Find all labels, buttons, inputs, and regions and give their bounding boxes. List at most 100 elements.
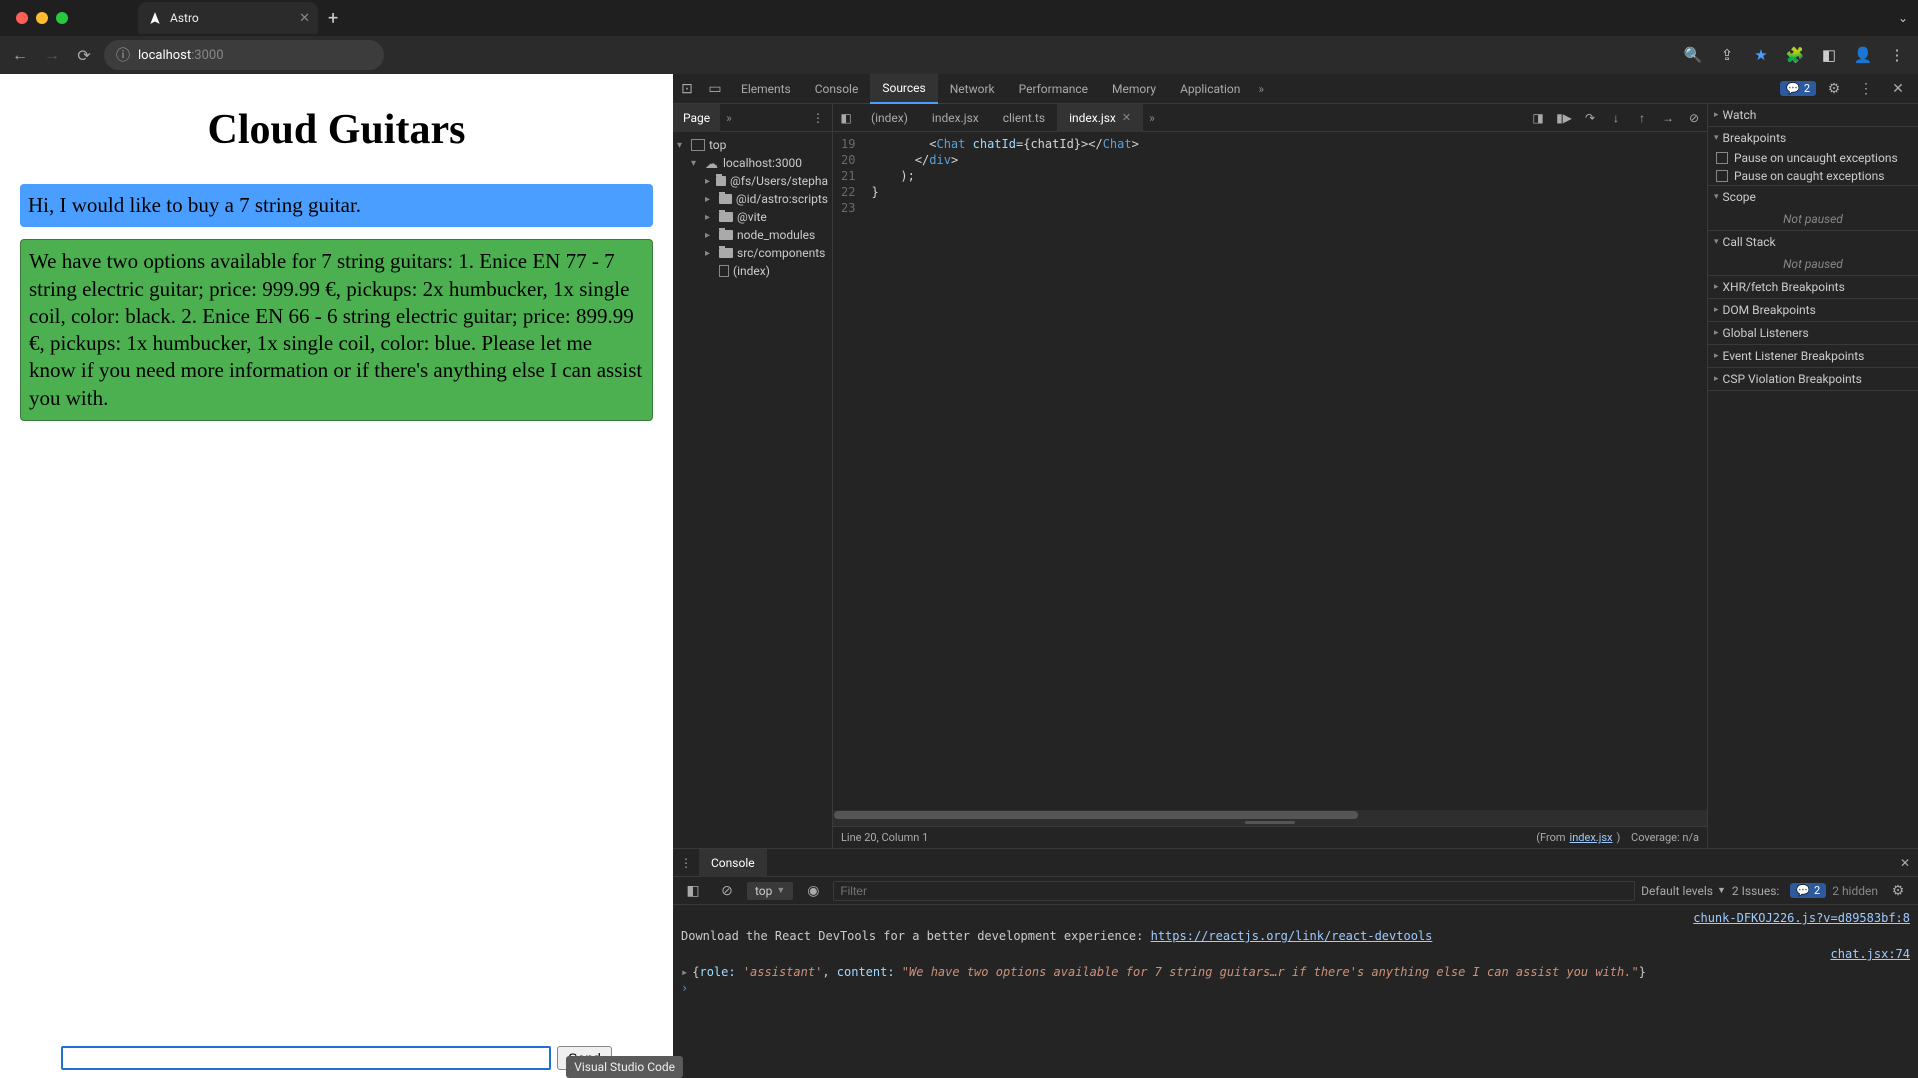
extensions-icon[interactable]: 🧩	[1782, 46, 1808, 64]
tab-title: Astro	[170, 11, 199, 25]
devtools-tabs: ⊡ ▭ Elements Console Sources Network Per…	[673, 74, 1918, 104]
close-editor-tab-icon[interactable]: ✕	[1122, 111, 1131, 124]
close-drawer-icon[interactable]: ✕	[1892, 856, 1918, 870]
more-tabs-icon[interactable]: »	[1252, 82, 1270, 96]
devtools: ⊡ ▭ Elements Console Sources Network Per…	[673, 74, 1918, 1078]
tabs-dropdown-icon[interactable]: ⌄	[1898, 11, 1908, 25]
code-editor[interactable]: 19 20 21 22 23 <Chat chatId={chatId}></C…	[833, 132, 1707, 810]
editor-tab[interactable]: index.jsx	[920, 104, 991, 132]
live-expression-icon[interactable]: ◉	[799, 883, 827, 899]
editor: ◧ (index) index.jsx client.ts index.jsx✕…	[833, 104, 1708, 848]
drawer-console-tab[interactable]: Console	[699, 849, 767, 877]
editor-tab[interactable]: client.ts	[991, 104, 1057, 132]
back-button[interactable]: ←	[8, 45, 32, 65]
page-subtab[interactable]: Page	[673, 104, 720, 132]
close-tab-icon[interactable]: ✕	[299, 11, 310, 26]
toggle-debugger-icon[interactable]: ◨	[1525, 111, 1551, 125]
console-prompt[interactable]: ›	[673, 981, 1918, 995]
step-over-icon[interactable]: ↷	[1577, 111, 1603, 125]
tab-elements[interactable]: Elements	[729, 74, 803, 104]
editor-tab-active[interactable]: index.jsx✕	[1057, 104, 1143, 132]
watch-section[interactable]: ▸Watch	[1708, 104, 1918, 126]
resume-icon[interactable]: ▮▶	[1551, 111, 1577, 125]
scope-section[interactable]: ▾Scope	[1708, 186, 1918, 208]
console-settings-icon[interactable]: ⚙	[1884, 883, 1912, 899]
editor-scrollbar[interactable]	[833, 810, 1707, 820]
chat-input[interactable]	[61, 1046, 551, 1070]
pause-uncaught-checkbox[interactable]: Pause on uncaught exceptions	[1708, 149, 1918, 167]
tree-folder[interactable]: ▸@id/astro:scripts	[673, 190, 832, 208]
tree-folder[interactable]: ▸src/components	[673, 244, 832, 262]
issues-badge[interactable]: 💬 2	[1780, 81, 1816, 96]
csp-bp-section[interactable]: ▸CSP Violation Breakpoints	[1708, 368, 1918, 390]
tab-application[interactable]: Application	[1168, 74, 1252, 104]
address-bar[interactable]: ⓘ localhost:3000	[104, 40, 384, 70]
navigator-more-icon[interactable]: ⋮	[804, 111, 832, 125]
tree-top[interactable]: ▾top	[673, 136, 832, 154]
tree-folder[interactable]: ▸node_modules	[673, 226, 832, 244]
page-title: Cloud Guitars	[0, 106, 673, 154]
device-icon[interactable]: ▭	[701, 81, 729, 97]
console-toolbar: ◧ ⊘ top▼ ◉ Default levels▼ 2 Issues: 💬 2…	[673, 877, 1918, 905]
search-icon[interactable]: 🔍	[1680, 46, 1706, 64]
tree-host[interactable]: ▾localhost:3000	[673, 154, 832, 172]
browser-tab[interactable]: Astro ✕	[138, 2, 318, 34]
tab-sources[interactable]: Sources	[870, 74, 937, 104]
toggle-navigator-icon[interactable]: ◧	[833, 111, 859, 125]
event-listener-bp-section[interactable]: ▸Event Listener Breakpoints	[1708, 345, 1918, 367]
console-object[interactable]: ▸ {role: 'assistant', content: "We have …	[673, 963, 1918, 981]
step-icon[interactable]: →	[1655, 111, 1681, 125]
reload-button[interactable]: ⟳	[72, 46, 96, 65]
profile-icon[interactable]: 👤	[1850, 46, 1876, 64]
tab-console[interactable]: Console	[803, 74, 871, 104]
react-devtools-link[interactable]: https://reactjs.org/link/react-devtools	[1151, 929, 1433, 943]
dom-breakpoints-section[interactable]: ▸DOM Breakpoints	[1708, 299, 1918, 321]
drawer-more-icon[interactable]: ⋮	[673, 856, 699, 870]
editor-status: Line 20, Column 1 (From index.jsx) Cover…	[833, 826, 1707, 848]
console-source-link[interactable]: chat.jsx:74	[1831, 947, 1910, 961]
log-levels-selector[interactable]: Default levels▼	[1641, 884, 1726, 898]
file-tree: ▾top ▾localhost:3000 ▸@fs/Users/stepha ▸…	[673, 132, 832, 848]
chat-messages: Hi, I would like to buy a 7 string guita…	[0, 184, 673, 421]
xhr-breakpoints-section[interactable]: ▸XHR/fetch Breakpoints	[1708, 276, 1918, 298]
tab-network[interactable]: Network	[938, 74, 1007, 104]
editor-tab[interactable]: (index)	[859, 104, 920, 132]
tree-file[interactable]: (index)	[673, 262, 832, 280]
editor-tabs: ◧ (index) index.jsx client.ts index.jsx✕…	[833, 104, 1707, 132]
callstack-section[interactable]: ▾Call Stack	[1708, 231, 1918, 253]
more-icon[interactable]: ⋮	[1852, 81, 1880, 97]
step-out-icon[interactable]: ↑	[1629, 111, 1655, 125]
maximize-window-button[interactable]	[56, 12, 68, 24]
code-lines: <Chat chatId={chatId}></Chat> </div> );}	[863, 132, 1146, 810]
menu-icon[interactable]: ⋮	[1884, 46, 1910, 64]
tab-memory[interactable]: Memory	[1100, 74, 1168, 104]
more-editor-tabs-icon[interactable]: »	[1143, 111, 1161, 125]
tree-folder[interactable]: ▸@vite	[673, 208, 832, 226]
tree-folder[interactable]: ▸@fs/Users/stepha	[673, 172, 832, 190]
tab-performance[interactable]: Performance	[1007, 74, 1100, 104]
deactivate-breakpoints-icon[interactable]: ⊘	[1681, 111, 1707, 125]
console-source-link[interactable]: chunk-DFKOJ226.js?v=d89583bf:8	[1693, 911, 1910, 925]
sidepanel-icon[interactable]: ◧	[1816, 46, 1842, 64]
pause-caught-checkbox[interactable]: Pause on caught exceptions	[1708, 167, 1918, 185]
console-filter-input[interactable]	[833, 881, 1635, 901]
more-subtabs-icon[interactable]: »	[720, 111, 738, 125]
issues-link[interactable]: 2 Issues: 💬 2	[1732, 883, 1826, 898]
close-devtools-icon[interactable]: ✕	[1884, 81, 1912, 97]
bookmark-icon[interactable]: ★	[1748, 46, 1774, 64]
console-sidebar-icon[interactable]: ◧	[679, 883, 707, 899]
new-tab-button[interactable]: +	[328, 8, 338, 29]
settings-icon[interactable]: ⚙	[1820, 81, 1848, 97]
forward-button[interactable]: →	[40, 45, 64, 65]
inspect-icon[interactable]: ⊡	[673, 81, 701, 97]
clear-console-icon[interactable]: ⊘	[713, 883, 741, 899]
status-file-link[interactable]: index.jsx	[1570, 831, 1613, 844]
close-window-button[interactable]	[16, 12, 28, 24]
global-listeners-section[interactable]: ▸Global Listeners	[1708, 322, 1918, 344]
step-into-icon[interactable]: ↓	[1603, 111, 1629, 125]
site-info-icon[interactable]: ⓘ	[116, 45, 130, 65]
minimize-window-button[interactable]	[36, 12, 48, 24]
context-selector[interactable]: top▼	[747, 882, 793, 900]
breakpoints-section[interactable]: ▾Breakpoints	[1708, 127, 1918, 149]
share-icon[interactable]: ⇪	[1714, 46, 1740, 64]
